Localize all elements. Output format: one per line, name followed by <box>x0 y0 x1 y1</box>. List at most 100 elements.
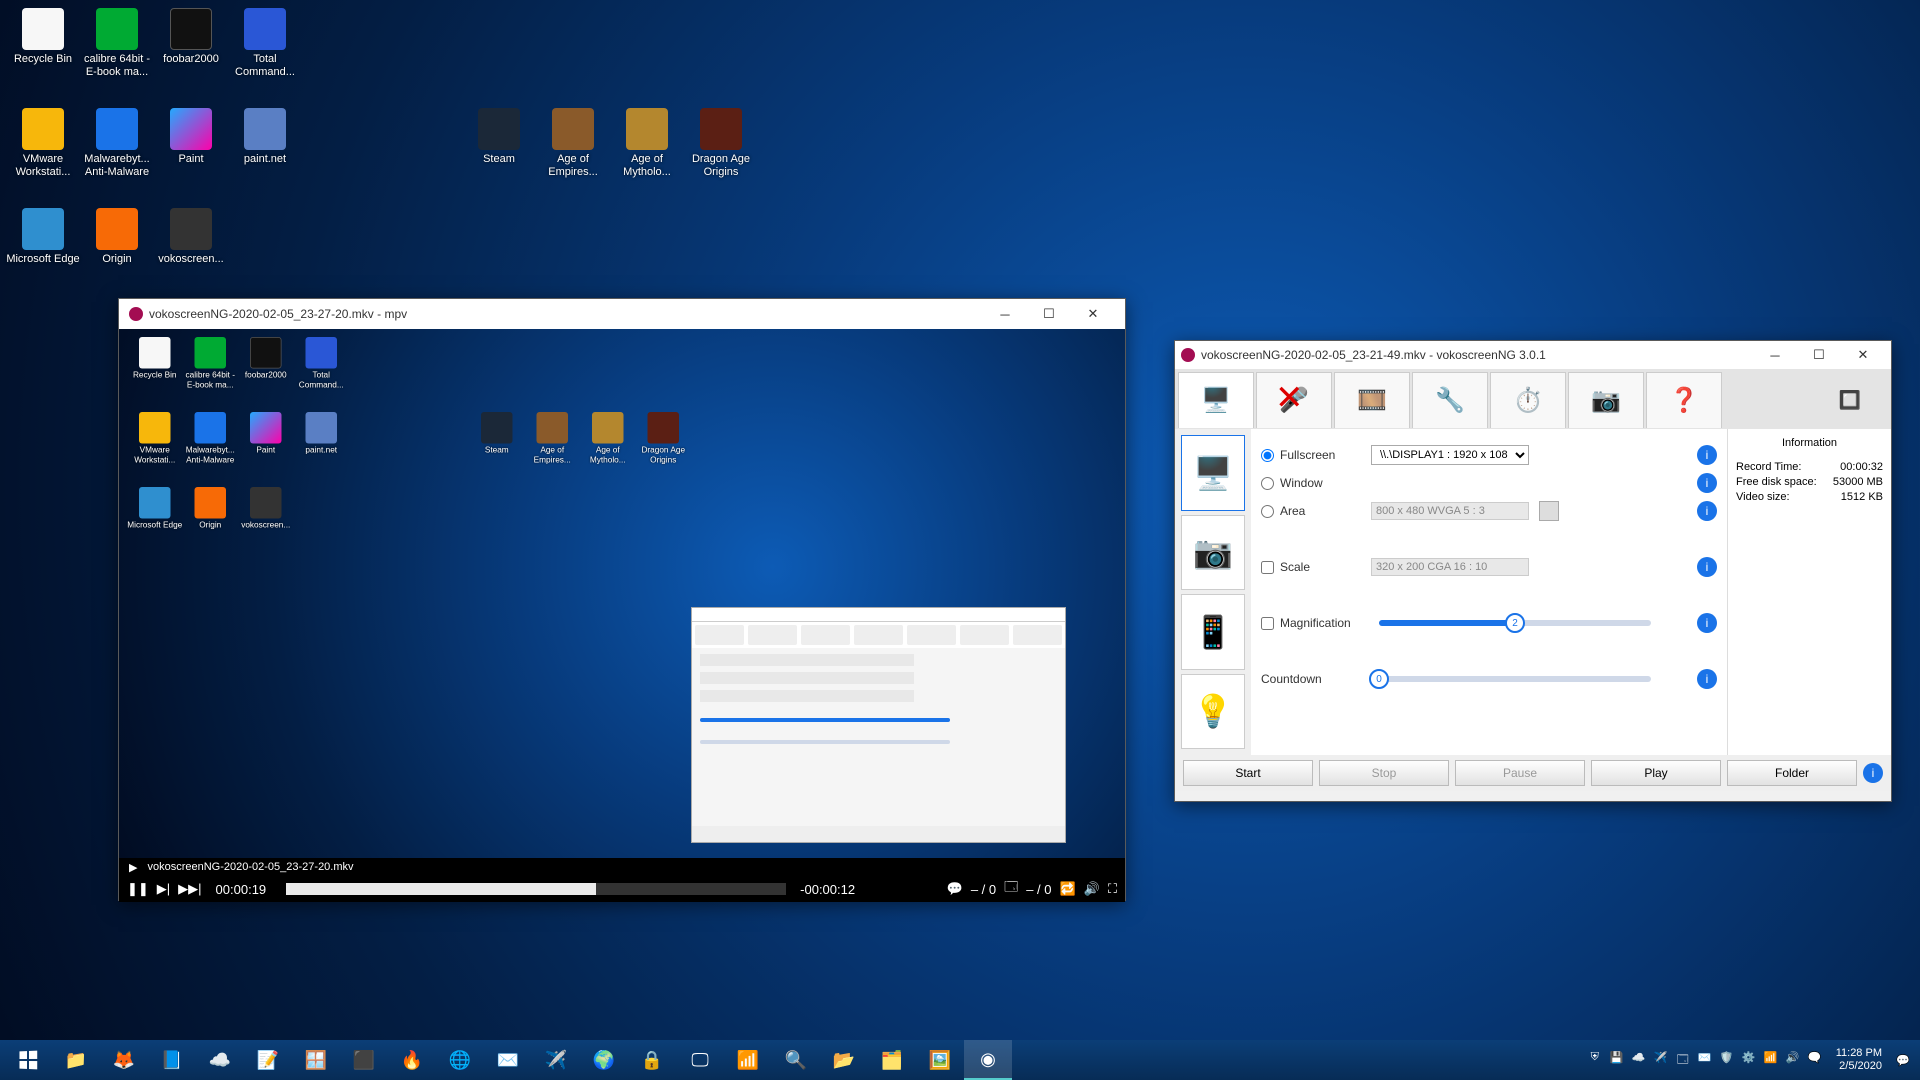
taskbar-app-3[interactable]: ☁️ <box>196 1040 244 1080</box>
desktop-icon[interactable]: Steam <box>469 412 525 456</box>
taskbar-app-4[interactable]: 📝 <box>244 1040 292 1080</box>
desktop-icon[interactable]: calibre 64bit - E-book ma... <box>183 337 239 390</box>
desktop-icon[interactable]: Recycle Bin <box>6 8 80 66</box>
magnification-slider[interactable]: 2 <box>1379 620 1651 626</box>
tray-icon-1[interactable]: 💾 <box>1608 1051 1626 1070</box>
taskbar-app-8[interactable]: 🌐 <box>436 1040 484 1080</box>
mpv-close-button[interactable]: ✕ <box>1071 300 1115 328</box>
countdown-thumb[interactable]: 0 <box>1369 669 1389 689</box>
taskbar-app-15[interactable]: 🔍 <box>772 1040 820 1080</box>
pause-button[interactable]: Pause <box>1455 760 1585 786</box>
mpv-loop-icon[interactable]: 🔁 <box>1060 881 1076 897</box>
tray-icon-7[interactable]: ⚙️ <box>1740 1051 1758 1070</box>
desktop-icon[interactable]: paint.net <box>294 412 350 456</box>
mpv-skip-button[interactable]: ▶▶| <box>178 881 201 897</box>
desktop-icon[interactable]: Paint <box>238 412 294 456</box>
stop-button[interactable]: Stop <box>1319 760 1449 786</box>
desktop-icon[interactable]: VMware Workstati... <box>6 108 80 179</box>
scale-checkbox[interactable]: Scale <box>1261 560 1361 574</box>
voko-tab-3[interactable]: 🔧 <box>1412 372 1488 428</box>
desktop-icon[interactable]: Age of Mytholo... <box>580 412 636 465</box>
mpv-fullscreen-icon[interactable]: ⛶ <box>1108 881 1117 897</box>
mpv-volume-icon[interactable]: 🔊 <box>1084 881 1100 897</box>
start-button[interactable]: Start <box>1183 760 1313 786</box>
voko-titlebar[interactable]: vokoscreenNG-2020-02-05_23-21-49.mkv - v… <box>1175 341 1891 369</box>
desktop-icon[interactable]: Age of Empires... <box>525 412 581 465</box>
voko-tab-5[interactable]: 📷 <box>1568 372 1644 428</box>
play-button[interactable]: Play <box>1591 760 1721 786</box>
desktop-icon[interactable]: Total Command... <box>294 337 350 390</box>
desktop-icon[interactable]: vokoscreen... <box>238 487 294 531</box>
mpv-chapters-icon[interactable]: 💬 <box>947 881 963 897</box>
desktop-icon[interactable]: foobar2000 <box>238 337 294 381</box>
info-button-scale[interactable]: i <box>1697 557 1717 577</box>
taskbar-app-1[interactable]: 🦊 <box>100 1040 148 1080</box>
voko-side-1[interactable]: 📷 <box>1181 515 1245 591</box>
tray-icon-5[interactable]: ✉️ <box>1696 1051 1714 1070</box>
mpv-maximize-button[interactable]: ☐ <box>1027 300 1071 328</box>
window-radio-input[interactable] <box>1261 477 1274 490</box>
taskbar-clock[interactable]: 11:28 PM 2/5/2020 <box>1836 1047 1882 1073</box>
desktop-icon[interactable]: Malwarebyt... Anti-Malware <box>183 412 239 465</box>
voko-close-button[interactable]: ✕ <box>1841 341 1885 369</box>
mpv-seek-bar[interactable] <box>286 883 786 895</box>
voko-tab-2[interactable]: 🎞️ <box>1334 372 1410 428</box>
taskbar-app-14[interactable]: 📶 <box>724 1040 772 1080</box>
magnification-checkbox[interactable]: Magnification <box>1261 616 1361 630</box>
magnification-thumb[interactable]: 2 <box>1505 613 1525 633</box>
info-button-countdown[interactable]: i <box>1697 669 1717 689</box>
taskbar-app-2[interactable]: 📘 <box>148 1040 196 1080</box>
desktop-icon[interactable]: Age of Mytholo... <box>610 108 684 179</box>
area-radio-input[interactable] <box>1261 505 1274 518</box>
desktop-icon[interactable]: vokoscreen... <box>154 208 228 266</box>
desktop-icon[interactable]: Origin <box>80 208 154 266</box>
desktop-icon[interactable]: Malwarebyt... Anti-Malware <box>80 108 154 179</box>
display-select[interactable]: \\.\DISPLAY1 : 1920 x 1080 <box>1371 445 1529 465</box>
tray-icon-6[interactable]: 🛡️ <box>1718 1051 1736 1070</box>
taskbar-app-0[interactable]: 📁 <box>52 1040 100 1080</box>
taskbar-app-19[interactable]: ◉ <box>964 1040 1012 1080</box>
info-button-window[interactable]: i <box>1697 473 1717 493</box>
countdown-slider[interactable]: 0 <box>1379 676 1651 682</box>
desktop-icon[interactable]: Recycle Bin <box>127 337 183 381</box>
tray-icon-2[interactable]: ☁️ <box>1630 1051 1648 1070</box>
start-button[interactable] <box>4 1040 52 1080</box>
desktop-icon[interactable]: Paint <box>154 108 228 166</box>
taskbar-app-7[interactable]: 🔥 <box>388 1040 436 1080</box>
tray-icon-4[interactable]: 🗔 <box>1674 1051 1692 1070</box>
voko-tab-4[interactable]: ⏱️ <box>1490 372 1566 428</box>
taskbar-app-17[interactable]: 🗂️ <box>868 1040 916 1080</box>
taskbar-app-12[interactable]: 🔒 <box>628 1040 676 1080</box>
desktop-icon[interactable]: foobar2000 <box>154 8 228 66</box>
tray-icon-3[interactable]: ✈️ <box>1652 1051 1670 1070</box>
voko-side-3[interactable]: 💡 <box>1181 674 1245 750</box>
info-button-magnification[interactable]: i <box>1697 613 1717 633</box>
desktop-icon[interactable]: calibre 64bit - E-book ma... <box>80 8 154 79</box>
mpv-pause-button[interactable]: ❚❚ <box>127 881 149 897</box>
taskbar-app-5[interactable]: 🪟 <box>292 1040 340 1080</box>
mpv-video-area[interactable]: Recycle Bincalibre 64bit - E-book ma...f… <box>119 329 1125 858</box>
mpv-minimize-button[interactable]: ─ <box>983 300 1027 328</box>
info-button-area[interactable]: i <box>1697 501 1717 521</box>
tray-icon-8[interactable]: 📶 <box>1762 1051 1780 1070</box>
desktop-icon[interactable]: Origin <box>183 487 239 531</box>
desktop-icon[interactable]: Dragon Age Origins <box>684 108 758 179</box>
fullscreen-radio[interactable]: Fullscreen <box>1261 448 1361 462</box>
taskbar-app-9[interactable]: ✉️ <box>484 1040 532 1080</box>
taskbar-app-10[interactable]: ✈️ <box>532 1040 580 1080</box>
desktop-icon[interactable]: Microsoft Edge <box>6 208 80 266</box>
folder-button[interactable]: Folder <box>1727 760 1857 786</box>
magnification-checkbox-input[interactable] <box>1261 617 1274 630</box>
fullscreen-radio-input[interactable] <box>1261 449 1274 462</box>
desktop-icon[interactable]: Dragon Age Origins <box>636 412 692 465</box>
desktop-icon[interactable]: Age of Empires... <box>536 108 610 179</box>
voko-side-2[interactable]: 📱 <box>1181 594 1245 670</box>
voko-maximize-button[interactable]: ☐ <box>1797 341 1841 369</box>
desktop-icon[interactable]: Total Command... <box>228 8 302 79</box>
desktop-icon[interactable]: paint.net <box>228 108 302 166</box>
voko-tab-7[interactable]: 🔲 <box>1812 372 1888 428</box>
taskbar-app-18[interactable]: 🖼️ <box>916 1040 964 1080</box>
voko-tab-1[interactable]: 🎤✕ <box>1256 372 1332 428</box>
tray-icon-10[interactable]: 🗨️ <box>1806 1051 1824 1070</box>
mpv-titlebar[interactable]: vokoscreenNG-2020-02-05_23-27-20.mkv - m… <box>119 299 1125 329</box>
